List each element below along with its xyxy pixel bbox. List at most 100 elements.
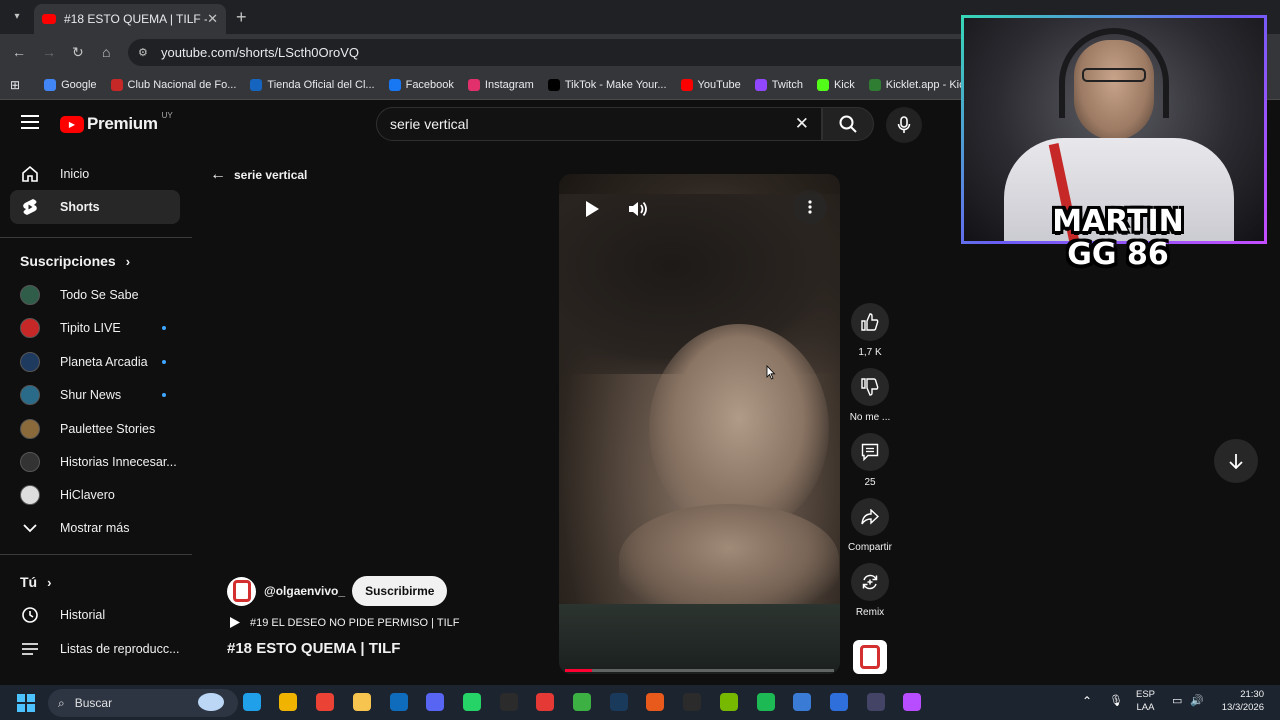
edge-icon[interactable] (242, 693, 261, 711)
discord-icon[interactable] (426, 693, 445, 711)
volume-button[interactable] (621, 192, 655, 226)
subscribe-button[interactable]: Suscribirme (352, 576, 448, 606)
short-video-player[interactable] (559, 174, 840, 674)
close-tab-icon[interactable]: ✕ (207, 11, 218, 27)
share-action[interactable]: Compartir (848, 498, 892, 553)
voice-search-button[interactable] (886, 107, 922, 143)
site-info-icon[interactable]: ⚙ (138, 46, 148, 59)
clear-search-icon[interactable]: ✕ (795, 114, 809, 134)
back-to-search-link[interactable]: ← serie vertical (210, 166, 307, 184)
microphone-tray-icon[interactable]: 🎙 (1109, 694, 1123, 707)
channel-avatar (20, 418, 40, 439)
share-button[interactable] (851, 498, 889, 536)
subscription-label: Todo Se Sabe (60, 288, 139, 302)
subscription-item[interactable]: Planeta Arcadia (10, 345, 180, 379)
reload-icon[interactable]: ↻ (72, 44, 84, 61)
video-progress-fill (565, 669, 592, 672)
app-icon[interactable] (536, 693, 555, 711)
app-icon[interactable] (866, 693, 885, 711)
channel-avatar[interactable] (227, 576, 256, 606)
language-indicator[interactable]: ESP LAA (1136, 688, 1155, 714)
bookmark-item[interactable]: Google (44, 78, 97, 91)
history-icon (10, 606, 50, 624)
app-icon[interactable] (198, 693, 224, 711)
browser-tab[interactable]: #18 ESTO QUEMA | TILF - YouTube ✕ (34, 4, 226, 34)
bookmark-label: Twitch (771, 78, 803, 91)
back-arrow-icon[interactable]: ← (12, 44, 26, 60)
short-title: #18 ESTO QUEMA | TILF (227, 640, 401, 657)
new-tab-button[interactable]: + (236, 7, 247, 28)
play-button[interactable] (575, 192, 609, 226)
volume-icon (629, 201, 647, 217)
app-icon[interactable] (793, 693, 812, 711)
forward-arrow-icon[interactable]: → (42, 44, 56, 60)
app-icon[interactable] (499, 693, 518, 711)
like-action[interactable]: 1,7 K (850, 303, 890, 358)
sidebar-item-history[interactable]: Historial (10, 598, 180, 632)
channel-name[interactable]: @olgaenvivo_ (264, 584, 345, 598)
subscription-item[interactable]: HiClavero (10, 478, 180, 512)
show-more-button[interactable]: Mostrar más (10, 511, 180, 545)
subscription-item[interactable]: Tipito LIVE (10, 311, 180, 345)
bookmark-label: TikTok - Make Your... (564, 78, 667, 91)
comments-button[interactable] (851, 433, 889, 471)
comments-action[interactable]: 25 (850, 433, 890, 488)
like-button[interactable] (851, 303, 889, 341)
you-heading[interactable]: Tú › (20, 574, 51, 590)
sidebar-item-playlists[interactable]: Listas de reproducc... (10, 632, 180, 666)
more-options-button[interactable] (793, 190, 827, 224)
network-icon[interactable]: ▭ (1172, 694, 1182, 707)
chrome-icon[interactable] (316, 693, 335, 711)
video-progress-track[interactable] (565, 669, 834, 672)
file-explorer-icon[interactable] (352, 693, 371, 711)
bookmark-item[interactable]: Tienda Oficial del Cl... (250, 78, 375, 91)
search-button[interactable] (822, 107, 874, 141)
bookmark-favicon-icon (754, 78, 767, 91)
volume-tray-icon[interactable]: 🔊 (1190, 694, 1204, 707)
remix-button[interactable] (851, 563, 889, 601)
playlist-title: #19 EL DESEO NO PIDE PERMISO | TILF (250, 616, 460, 629)
app-icon[interactable] (903, 693, 922, 711)
ea-icon[interactable] (646, 693, 665, 711)
mail-icon[interactable] (389, 693, 408, 711)
store-icon[interactable] (279, 693, 298, 711)
subscriptions-heading[interactable]: Suscripciones › (20, 253, 130, 269)
sound-source-thumbnail[interactable] (853, 640, 887, 674)
playlist-link[interactable]: #19 EL DESEO NO PIDE PERMISO | TILF (229, 616, 459, 629)
search-input[interactable]: serie vertical ✕ (376, 107, 822, 141)
tab-search-icon[interactable]: ▾ (9, 9, 25, 25)
windows-start-icon[interactable] (17, 694, 35, 712)
steam-icon[interactable] (609, 693, 628, 711)
bookmark-item[interactable]: Kick (816, 78, 855, 91)
next-video-button[interactable] (1214, 439, 1258, 483)
chevron-up-icon[interactable]: ⌃ (1082, 694, 1092, 708)
dislike-action[interactable]: No me ... (850, 368, 890, 423)
bookmark-item[interactable]: Twitch (754, 78, 803, 91)
apps-grid-icon[interactable]: ⊞ (10, 78, 20, 92)
subscription-item[interactable]: Paulettee Stories (10, 412, 180, 446)
bookmark-item[interactable]: Instagram (467, 78, 534, 91)
streamer-name-logo: MARTIN GG 86 (1052, 205, 1184, 271)
bookmark-item[interactable]: Club Nacional de Fo... (110, 78, 236, 91)
subscription-item[interactable]: Todo Se Sabe (10, 278, 180, 312)
spotify-icon[interactable] (756, 693, 775, 711)
bookmark-item[interactable]: TikTok - Make Your... (547, 78, 667, 91)
sidebar-item-shorts[interactable]: Shorts (10, 190, 180, 224)
subscription-item[interactable]: Shur News (10, 378, 180, 412)
sidebar-item-inicio[interactable]: Inicio (10, 157, 180, 191)
bookmark-item[interactable]: YouTube (680, 78, 741, 91)
bookmark-item[interactable]: Facebook (388, 78, 454, 91)
dislike-button[interactable] (851, 368, 889, 406)
dislike-label: No me ... (849, 412, 891, 423)
back-label: serie vertical (234, 168, 308, 182)
minecraft-icon[interactable] (573, 693, 591, 711)
nvidia-icon[interactable] (719, 693, 738, 711)
subscription-item[interactable]: Historias Innecesar... (10, 445, 180, 479)
home-browser-icon[interactable]: ⌂ (102, 44, 110, 60)
remix-action[interactable]: Remix (850, 563, 890, 618)
whatsapp-icon[interactable] (462, 693, 481, 711)
epic-games-icon[interactable] (683, 693, 702, 711)
app-icon[interactable] (829, 693, 848, 711)
clock[interactable]: 21:30 13/3/2026 (1216, 688, 1264, 714)
bookmark-favicon-icon (250, 78, 263, 91)
